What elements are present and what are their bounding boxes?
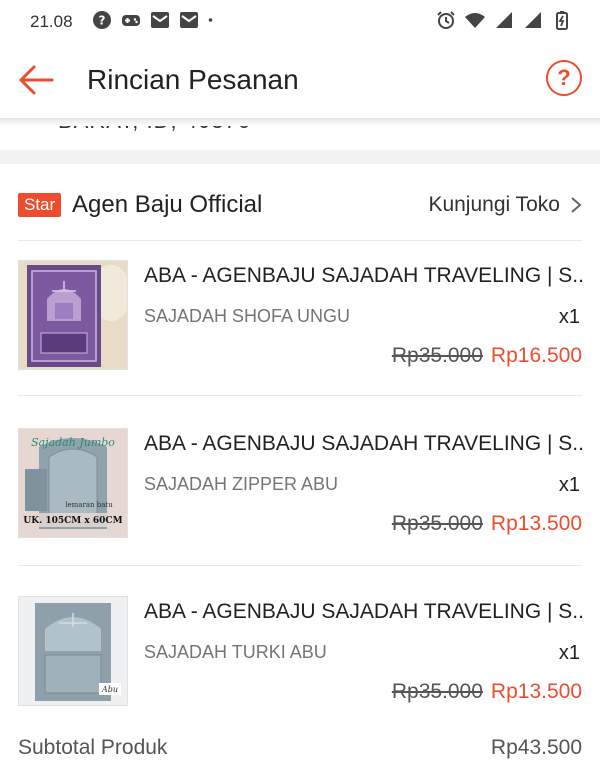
signal-icon bbox=[496, 12, 512, 28]
divider bbox=[18, 565, 582, 566]
arrow-left-icon bbox=[19, 65, 54, 95]
divider bbox=[18, 395, 582, 396]
discounted-price: Rp13.500 bbox=[490, 512, 582, 535]
help-circle-icon: ? bbox=[93, 11, 111, 29]
shop-row: Star Agen Baju Official Kunjungi Toko bbox=[0, 164, 600, 240]
thumb-title-text: Sajadah Jumbo bbox=[31, 436, 115, 449]
original-price: Rp35.000 bbox=[391, 680, 483, 703]
thumb-note-text: lemaran batu bbox=[65, 501, 113, 509]
mail-icon bbox=[180, 12, 198, 28]
header-shadow bbox=[0, 118, 600, 126]
product-thumbnail[interactable]: Sajadah Jumbo lemaran batu UK. 105CM x 6… bbox=[18, 428, 128, 538]
visit-shop-label: Kunjungi Toko bbox=[428, 193, 560, 216]
shop-name[interactable]: Agen Baju Official bbox=[72, 191, 262, 219]
discounted-price: Rp16.500 bbox=[490, 344, 582, 367]
product-variant: SAJADAH TURKI ABU bbox=[144, 642, 327, 662]
original-price: Rp35.000 bbox=[391, 344, 483, 367]
product-item[interactable]: ABA - AGENBAJU SAJADAH TRAVELING | S... … bbox=[0, 260, 600, 410]
visit-shop-button[interactable]: Kunjungi Toko bbox=[428, 193, 582, 217]
page-title: Rincian Pesanan bbox=[87, 64, 299, 95]
svg-text:?: ? bbox=[99, 14, 106, 28]
app-header: Rincian Pesanan ? bbox=[0, 44, 600, 118]
product-thumbnail[interactable] bbox=[18, 260, 128, 370]
star-badge: Star bbox=[18, 193, 62, 217]
battery-icon bbox=[556, 11, 568, 30]
status-time: 21.08 bbox=[30, 12, 73, 31]
gamepad-icon bbox=[122, 15, 140, 26]
product-quantity: x1 bbox=[558, 306, 580, 328]
product-name: ABA - AGENBAJU SAJADAH TRAVELING | S... bbox=[144, 600, 584, 623]
subtotal-row: Subtotal Produk Rp43.500 bbox=[0, 732, 600, 762]
product-quantity: x1 bbox=[558, 474, 580, 496]
product-price: Rp35.000 Rp13.500 bbox=[392, 680, 582, 704]
product-item[interactable]: Abu ABA - AGENBAJU SAJADAH TRAVELING | S… bbox=[0, 596, 600, 746]
notification-icons: ? bbox=[92, 10, 218, 30]
section-divider bbox=[0, 150, 600, 164]
status-bar: 21.08 ? bbox=[0, 0, 600, 44]
signal-icon bbox=[525, 12, 541, 28]
product-price: Rp35.000 Rp13.500 bbox=[392, 512, 582, 536]
back-button[interactable] bbox=[16, 62, 56, 98]
question-mark-icon: ? bbox=[557, 65, 571, 90]
purple-prayer-mat-image bbox=[19, 261, 127, 369]
product-item[interactable]: Sajadah Jumbo lemaran batu UK. 105CM x 6… bbox=[0, 428, 600, 578]
product-name: ABA - AGENBAJU SAJADAH TRAVELING | S... bbox=[144, 264, 584, 287]
thumb-tag-text: Abu bbox=[101, 685, 118, 694]
product-quantity: x1 bbox=[558, 642, 580, 664]
grey-zipper-prayer-mat-image: Sajadah Jumbo lemaran batu UK. 105CM x 6… bbox=[19, 429, 127, 537]
thumb-size-text: UK. 105CM x 60CM bbox=[23, 516, 122, 526]
mail-icon bbox=[151, 12, 169, 28]
dot-icon bbox=[208, 18, 213, 22]
product-name: ABA - AGENBAJU SAJADAH TRAVELING | S... bbox=[144, 432, 584, 455]
product-variant: SAJADAH SHOFA UNGU bbox=[144, 306, 351, 326]
original-price: Rp35.000 bbox=[391, 512, 483, 535]
grey-turkish-prayer-mat-image: Abu bbox=[19, 597, 127, 705]
divider bbox=[18, 240, 582, 241]
subtotal-label: Subtotal Produk bbox=[18, 736, 168, 759]
product-price: Rp35.000 Rp16.500 bbox=[392, 344, 582, 368]
product-thumbnail[interactable]: Abu bbox=[18, 596, 128, 706]
help-button[interactable]: ? bbox=[546, 60, 582, 96]
product-variant: SAJADAH ZIPPER ABU bbox=[144, 474, 339, 494]
wifi-icon bbox=[465, 13, 485, 28]
alarm-icon bbox=[437, 11, 455, 29]
chevron-right-icon bbox=[571, 197, 582, 213]
subtotal-value: Rp43.500 bbox=[490, 736, 582, 759]
system-icons bbox=[436, 10, 572, 30]
discounted-price: Rp13.500 bbox=[490, 680, 582, 703]
